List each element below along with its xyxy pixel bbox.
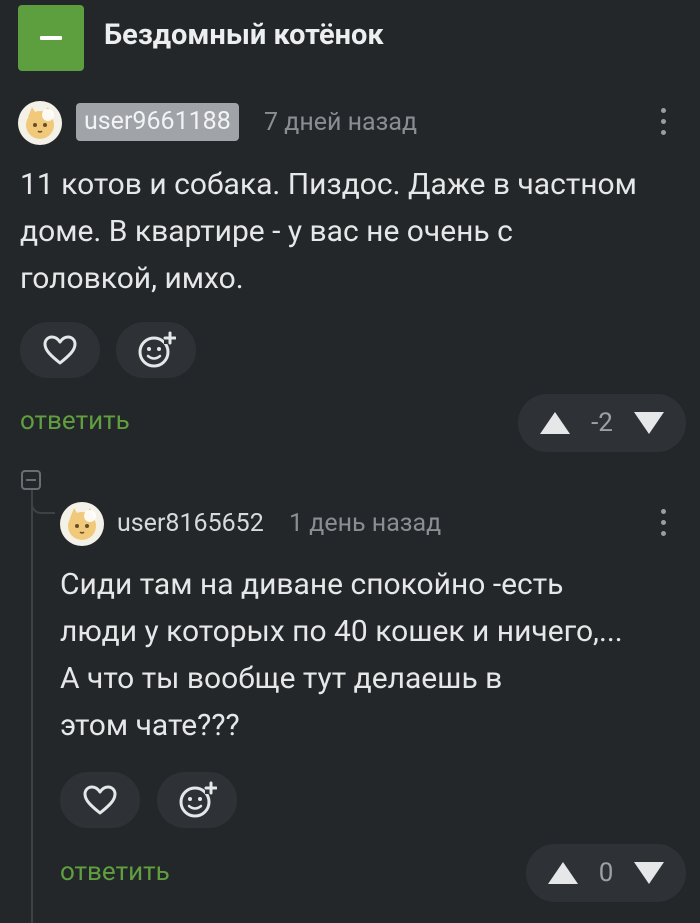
heart-icon	[43, 335, 77, 365]
collapse-post-button[interactable]	[18, 5, 84, 71]
comment-body: Сиди там на диване спокойно -есть люди у…	[60, 561, 690, 749]
emoji-add-icon	[138, 331, 176, 368]
avatar-cat-icon	[68, 508, 96, 540]
post-title: Бездомный котёнок	[104, 18, 384, 52]
comment-line: Сиди там на диване спокойно -есть	[60, 567, 564, 602]
vote-box: 0	[526, 844, 686, 902]
rating-count: -2	[591, 408, 613, 438]
downvote-icon[interactable]	[632, 410, 666, 436]
thread-line[interactable]	[31, 490, 33, 923]
kebab-menu-icon[interactable]	[648, 108, 678, 135]
minus-icon	[40, 36, 62, 40]
minus-icon	[26, 479, 36, 481]
downvote-icon[interactable]	[632, 860, 666, 886]
vote-box: -2	[518, 394, 686, 452]
comment-username[interactable]: user8165652	[117, 509, 264, 538]
reply-link[interactable]: ответить	[20, 406, 130, 436]
thread-branch	[31, 490, 55, 514]
reply-link[interactable]: ответить	[60, 857, 170, 887]
avatar-cat-icon	[26, 107, 54, 139]
like-button[interactable]	[20, 322, 100, 378]
add-reaction-button[interactable]	[116, 322, 196, 378]
emoji-add-icon	[179, 781, 217, 818]
comment-line: люди у которых по 40 кошек и ничего,...	[60, 614, 623, 649]
add-reaction-button[interactable]	[157, 772, 237, 828]
avatar[interactable]	[60, 502, 104, 546]
comment-line: этом чате???	[60, 708, 240, 743]
comment-username[interactable]: user9661188	[76, 103, 239, 141]
collapse-thread-button[interactable]	[21, 470, 41, 490]
comment-time: 7 дней назад	[264, 108, 418, 137]
heart-icon	[83, 785, 117, 815]
comment-time: 1 день назад	[289, 509, 442, 538]
rating-count: 0	[598, 858, 614, 888]
comment-line: 11 котов и собака. Пиздос. Даже в частно…	[20, 167, 637, 202]
avatar[interactable]	[18, 101, 62, 145]
comment-body: 11 котов и собака. Пиздос. Даже в частно…	[20, 161, 690, 302]
upvote-icon[interactable]	[538, 410, 572, 436]
like-button[interactable]	[60, 772, 140, 828]
upvote-icon[interactable]	[546, 860, 580, 886]
comment-line: доме. В квартире - у вас не очень с	[20, 214, 513, 249]
comment-line: головкой, имхо.	[20, 261, 244, 296]
kebab-menu-icon[interactable]	[648, 509, 678, 536]
comment-line: А что ты вообще тут делаешь в	[60, 661, 503, 696]
